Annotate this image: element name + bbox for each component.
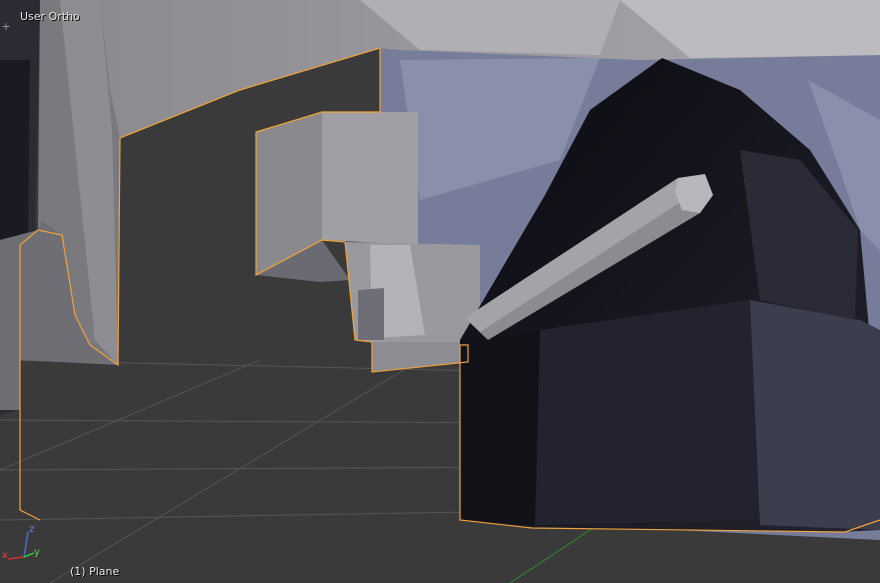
arch-facet [750, 300, 880, 530]
axis-gizmo-icon: z x y [2, 524, 40, 561]
center-box-side [322, 112, 418, 245]
step-piece-shadow [358, 288, 384, 340]
region-corner-icon[interactable]: + [0, 20, 12, 34]
grid-line [0, 359, 261, 471]
x-axis-icon [7, 556, 25, 560]
arch-facet [535, 300, 760, 525]
active-object-label: (1) Plane [70, 565, 120, 578]
y-axis-icon [23, 552, 35, 558]
x-axis-label: x [2, 550, 8, 561]
grid-line [49, 359, 421, 583]
left-edge-facet [0, 60, 30, 240]
y-axis-label: y [34, 547, 40, 558]
scene-render[interactable] [0, 0, 880, 583]
arch-facet [460, 330, 540, 525]
view-mode-label: User Ortho [20, 10, 80, 23]
z-axis-label: z [29, 524, 34, 535]
3d-viewport[interactable]: User Ortho (1) Plane + z x y [0, 0, 880, 583]
z-axis-icon [23, 531, 29, 558]
